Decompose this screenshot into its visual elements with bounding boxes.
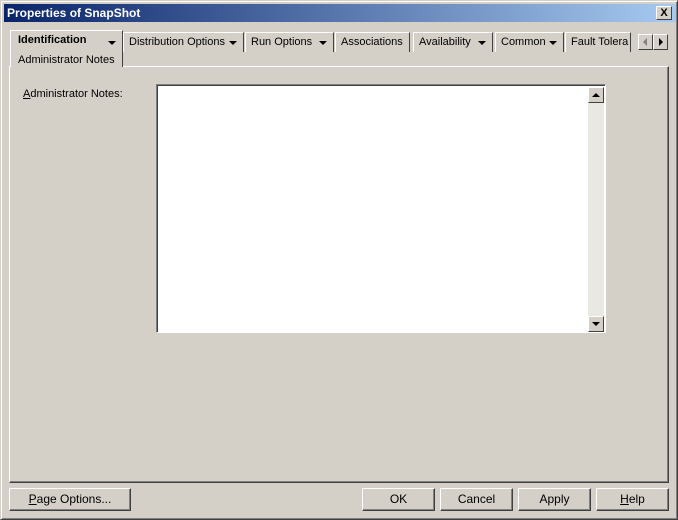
scroll-down-button[interactable] xyxy=(588,316,604,332)
accel-key: H xyxy=(620,492,629,506)
tab-label: Identification xyxy=(18,34,87,46)
administrator-notes-label: Administrator Notes: xyxy=(23,88,123,100)
tab-scroll-left-button[interactable] xyxy=(638,34,653,50)
tab-fault-tolerance[interactable]: Fault Tolera xyxy=(565,32,631,52)
close-button[interactable]: X xyxy=(656,6,672,20)
tab-availability[interactable]: Availability xyxy=(413,32,493,52)
help-button[interactable]: Help xyxy=(596,488,669,511)
accel-key: P xyxy=(28,492,37,506)
tab-common[interactable]: Common xyxy=(495,32,564,52)
tab-associations[interactable]: Associations xyxy=(335,32,410,52)
label-text: dministrator Notes: xyxy=(30,88,123,100)
dropdown-arrow-icon[interactable] xyxy=(478,41,486,45)
dropdown-arrow-icon[interactable] xyxy=(319,41,327,45)
tab-run-options[interactable]: Run Options xyxy=(245,32,334,52)
tab-label: Run Options xyxy=(251,36,313,48)
arrow-right-icon xyxy=(659,38,663,46)
tab-identification[interactable]: Identification Administrator Notes xyxy=(10,30,123,67)
page-options-button[interactable]: Page Options... xyxy=(9,488,131,511)
cancel-button[interactable]: Cancel xyxy=(440,488,513,511)
tab-label: Common xyxy=(501,36,546,48)
tab-label: Fault Tolera xyxy=(571,36,629,48)
arrow-down-icon xyxy=(592,322,600,326)
window-title: Properties of SnapShot xyxy=(7,6,141,20)
scroll-up-button[interactable] xyxy=(588,87,604,103)
dropdown-arrow-icon[interactable] xyxy=(229,41,237,45)
title-bar: Properties of SnapShot X xyxy=(4,4,676,22)
vertical-scrollbar[interactable] xyxy=(588,87,604,332)
administrator-notes-textarea[interactable] xyxy=(156,84,606,333)
arrow-up-icon xyxy=(592,93,600,97)
tab-scroll-right-button[interactable] xyxy=(653,34,668,50)
tab-label: Associations xyxy=(341,36,403,48)
apply-button[interactable]: Apply xyxy=(518,488,591,511)
tab-distribution-options[interactable]: Distribution Options xyxy=(123,32,244,52)
subtab-administrator-notes[interactable]: Administrator Notes xyxy=(18,51,115,67)
dropdown-arrow-icon[interactable] xyxy=(108,41,116,45)
dropdown-arrow-icon[interactable] xyxy=(549,41,557,45)
button-label: elp xyxy=(628,492,645,506)
tab-label: Distribution Options xyxy=(129,36,225,48)
arrow-left-icon xyxy=(643,38,647,46)
button-label: age Options... xyxy=(36,492,112,506)
tab-label: Availability xyxy=(419,36,471,48)
ok-button[interactable]: OK xyxy=(362,488,435,511)
